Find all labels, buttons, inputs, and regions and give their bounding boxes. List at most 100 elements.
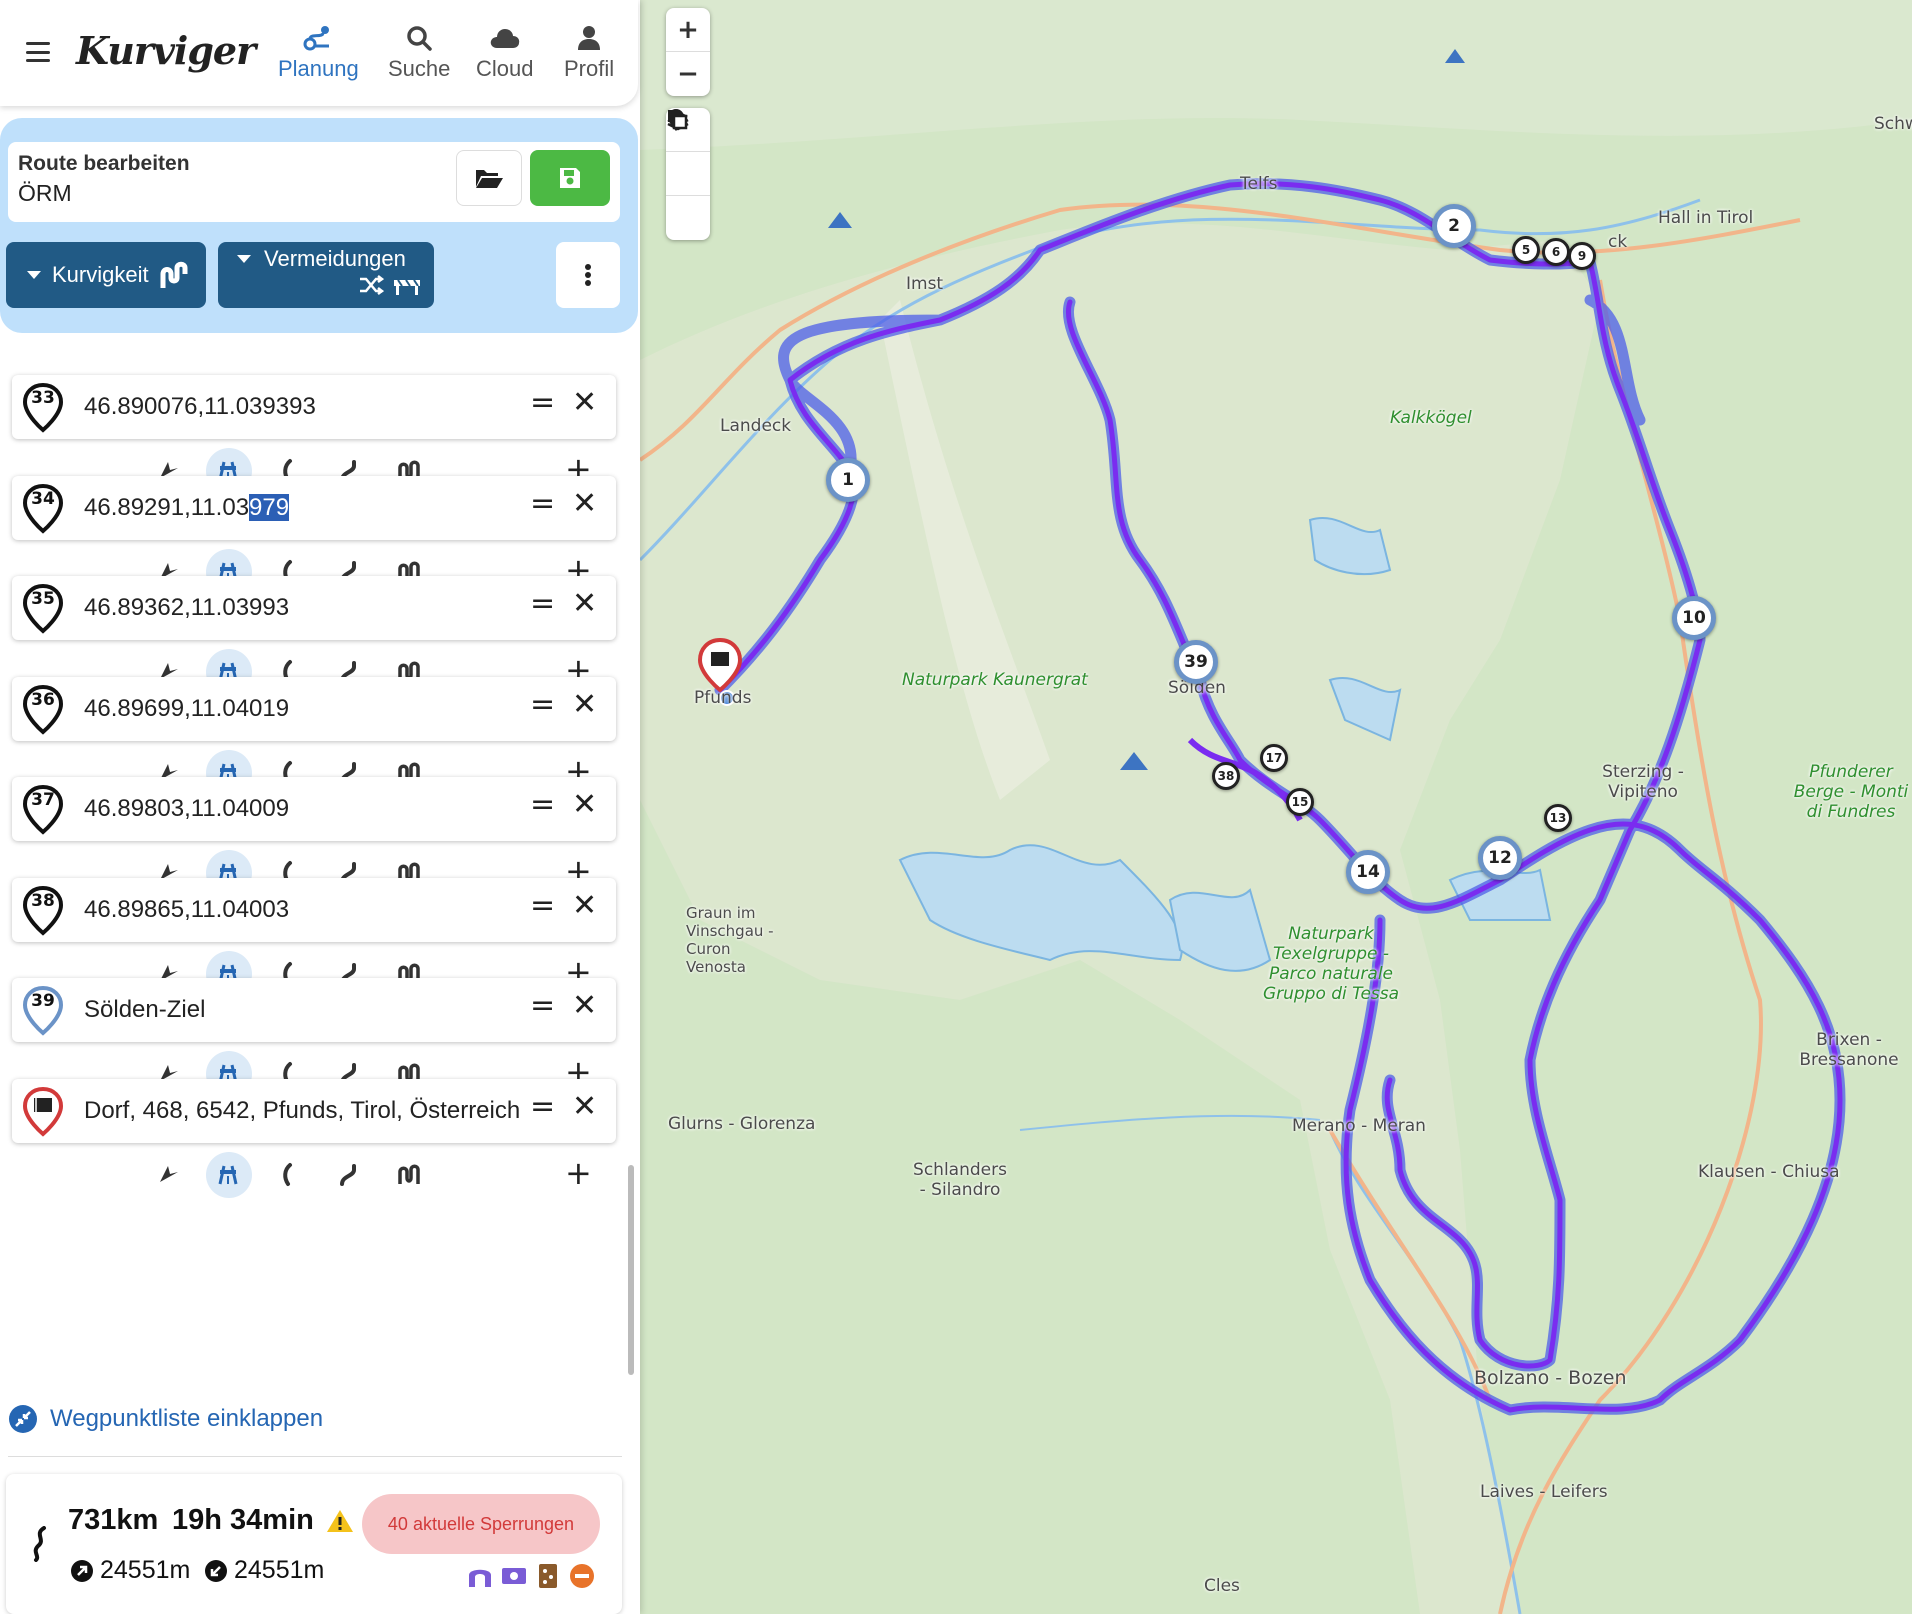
route-marker[interactable]: 6 <box>1542 238 1570 266</box>
nav-label: Planung <box>278 56 359 81</box>
waypoint-input[interactable]: 46.89865,11.04003 <box>84 896 524 924</box>
very-curvy-option[interactable] <box>386 1152 432 1198</box>
avoidances-dropdown[interactable]: Vermeidungen <box>218 242 434 308</box>
waypoint-input[interactable]: 46.89699,11.04019 <box>84 695 524 723</box>
route-marker[interactable]: 10 <box>1672 596 1716 640</box>
waypoint-marker: 36 <box>22 684 64 735</box>
nav-cloud[interactable]: Cloud <box>476 24 533 82</box>
map-label: Pfunderer Berge - Monti di Fundres <box>1793 762 1909 822</box>
location-button[interactable] <box>666 109 710 196</box>
remove-waypoint-button[interactable]: ✕ <box>572 988 597 1023</box>
map-label: Bolzano - Bozen <box>1474 1367 1627 1389</box>
drag-handle[interactable]: = <box>530 787 555 822</box>
waypoint-input[interactable]: 46.89291,11.03979 <box>84 493 524 522</box>
highway-icon <box>218 1165 238 1184</box>
cloud-icon <box>490 29 519 48</box>
overlay-button[interactable] <box>666 110 710 240</box>
route-name[interactable]: ÖRM <box>18 180 72 207</box>
menu-button[interactable] <box>26 42 50 62</box>
curviness-dropdown[interactable]: Kurvigkeit <box>6 242 206 308</box>
waypoint-row[interactable]: 35 46.89362,11.03993 = ✕ <box>12 576 616 640</box>
map-label: Brixen - Bressanone <box>1799 1030 1899 1070</box>
restriction-icon <box>568 1562 596 1590</box>
shortest-route-icon <box>160 1165 178 1182</box>
zoom-in-button[interactable]: + <box>666 8 710 52</box>
shortest-route-option[interactable] <box>146 1152 192 1198</box>
waypoint-row[interactable]: 33 46.890076,11.039393 = ✕ <box>12 375 616 439</box>
slight-curve-icon <box>283 1162 292 1186</box>
add-waypoint-button[interactable]: + <box>565 1156 592 1190</box>
remove-waypoint-button[interactable]: ✕ <box>572 888 597 923</box>
nav-planung[interactable]: Planung <box>278 24 359 82</box>
drag-handle[interactable]: = <box>530 586 555 621</box>
waypoint-marker: 39 <box>22 985 64 1036</box>
toll-barrier-icon <box>394 279 420 295</box>
road-closures-button[interactable]: 40 aktuelle Sperrungen <box>362 1494 600 1554</box>
drag-handle[interactable]: = <box>530 687 555 722</box>
waypoint-row[interactable]: 36 46.89699,11.04019 = ✕ <box>12 676 616 741</box>
route-marker[interactable]: 13 <box>1544 804 1572 832</box>
drag-handle[interactable]: = <box>530 1089 555 1124</box>
route-edit-title: Route bearbeiten <box>18 152 190 175</box>
open-route-button[interactable] <box>456 150 522 206</box>
route-marker[interactable]: 1 <box>826 458 870 502</box>
map-label: Telfs <box>1240 174 1278 194</box>
remove-waypoint-button[interactable]: ✕ <box>572 787 597 822</box>
route-marker[interactable]: 5 <box>1512 236 1540 264</box>
route-edit-panel: Route bearbeiten ÖRM Kurvigkeit Vermeidu… <box>0 118 638 333</box>
more-vertical-icon <box>585 264 591 286</box>
route-marker[interactable]: 14 <box>1346 850 1390 894</box>
waypoint-input[interactable]: Sölden-Ziel <box>84 996 524 1024</box>
remove-waypoint-button[interactable]: ✕ <box>572 385 597 420</box>
waypoint-input[interactable]: 46.89803,11.04009 <box>84 795 524 823</box>
waypoint-input[interactable]: 46.89362,11.03993 <box>84 594 524 622</box>
remove-waypoint-button[interactable]: ✕ <box>572 486 597 521</box>
map-label: Schlanders - Silandro <box>913 1160 1007 1200</box>
drag-handle[interactable]: = <box>530 486 555 521</box>
nav-label: Cloud <box>476 56 534 81</box>
route-distance: 731km <box>68 1504 159 1536</box>
more-options-button[interactable] <box>556 242 620 308</box>
drag-handle[interactable]: = <box>530 988 555 1023</box>
map-label: ck <box>1608 232 1628 252</box>
remove-waypoint-button[interactable]: ✕ <box>572 1089 597 1124</box>
profile-icon <box>578 26 601 50</box>
highway-option[interactable] <box>206 1151 252 1198</box>
waypoint-number: 38 <box>31 890 55 911</box>
zoom-out-button[interactable]: − <box>666 52 710 96</box>
map-label: Landeck <box>720 416 792 436</box>
waypoint-row[interactable]: 39 Sölden-Ziel = ✕ <box>12 978 616 1042</box>
drag-handle[interactable]: = <box>530 385 555 420</box>
route-marker[interactable]: 2 <box>1432 204 1476 248</box>
route-marker[interactable]: 39 <box>1174 640 1218 684</box>
descent-value: 24551m <box>234 1556 325 1584</box>
waypoint-row[interactable]: Dorf, 468, 6542, Pfunds, Tirol, Österrei… <box>12 1078 616 1143</box>
route-marker[interactable]: 15 <box>1286 788 1314 816</box>
nav-suche[interactable]: Suche <box>388 24 450 82</box>
waypoint-list: +3346.890076,11.039393=✕+3446.89291,11.0… <box>0 330 630 1360</box>
route-marker[interactable]: 12 <box>1478 836 1522 880</box>
ascent-value: 24551m <box>100 1556 191 1584</box>
nav-profil[interactable]: Profil <box>564 24 614 82</box>
save-icon <box>560 168 580 188</box>
avoidances-label: Vermeidungen <box>264 246 406 271</box>
shuffle-icon <box>360 275 384 295</box>
slight-curve-option[interactable] <box>266 1152 312 1198</box>
waypoint-marker <box>22 1086 64 1137</box>
waypoint-row[interactable]: 38 46.89865,11.04003 = ✕ <box>12 877 616 942</box>
waypoint-input[interactable]: 46.890076,11.039393 <box>84 393 524 421</box>
collapse-waypoints-link[interactable]: Wegpunktliste einklappen <box>8 1404 323 1434</box>
curvy-option[interactable] <box>326 1152 372 1198</box>
remove-waypoint-button[interactable]: ✕ <box>572 687 597 722</box>
save-route-button[interactable] <box>530 150 610 206</box>
waypoint-row[interactable]: 37 46.89803,11.04009 = ✕ <box>12 777 616 841</box>
remove-waypoint-button[interactable]: ✕ <box>572 586 597 621</box>
waypoint-input[interactable]: Dorf, 468, 6542, Pfunds, Tirol, Österrei… <box>84 1097 524 1125</box>
unpaved-road-icon <box>534 1562 562 1590</box>
scrollbar[interactable] <box>628 1165 634 1375</box>
route-marker[interactable]: 9 <box>1568 242 1596 270</box>
drag-handle[interactable]: = <box>530 888 555 923</box>
waypoint-row[interactable]: 34 46.89291,11.03979 = ✕ <box>12 475 616 540</box>
route-marker[interactable]: 38 <box>1212 762 1240 790</box>
route-marker[interactable]: 17 <box>1260 744 1288 772</box>
